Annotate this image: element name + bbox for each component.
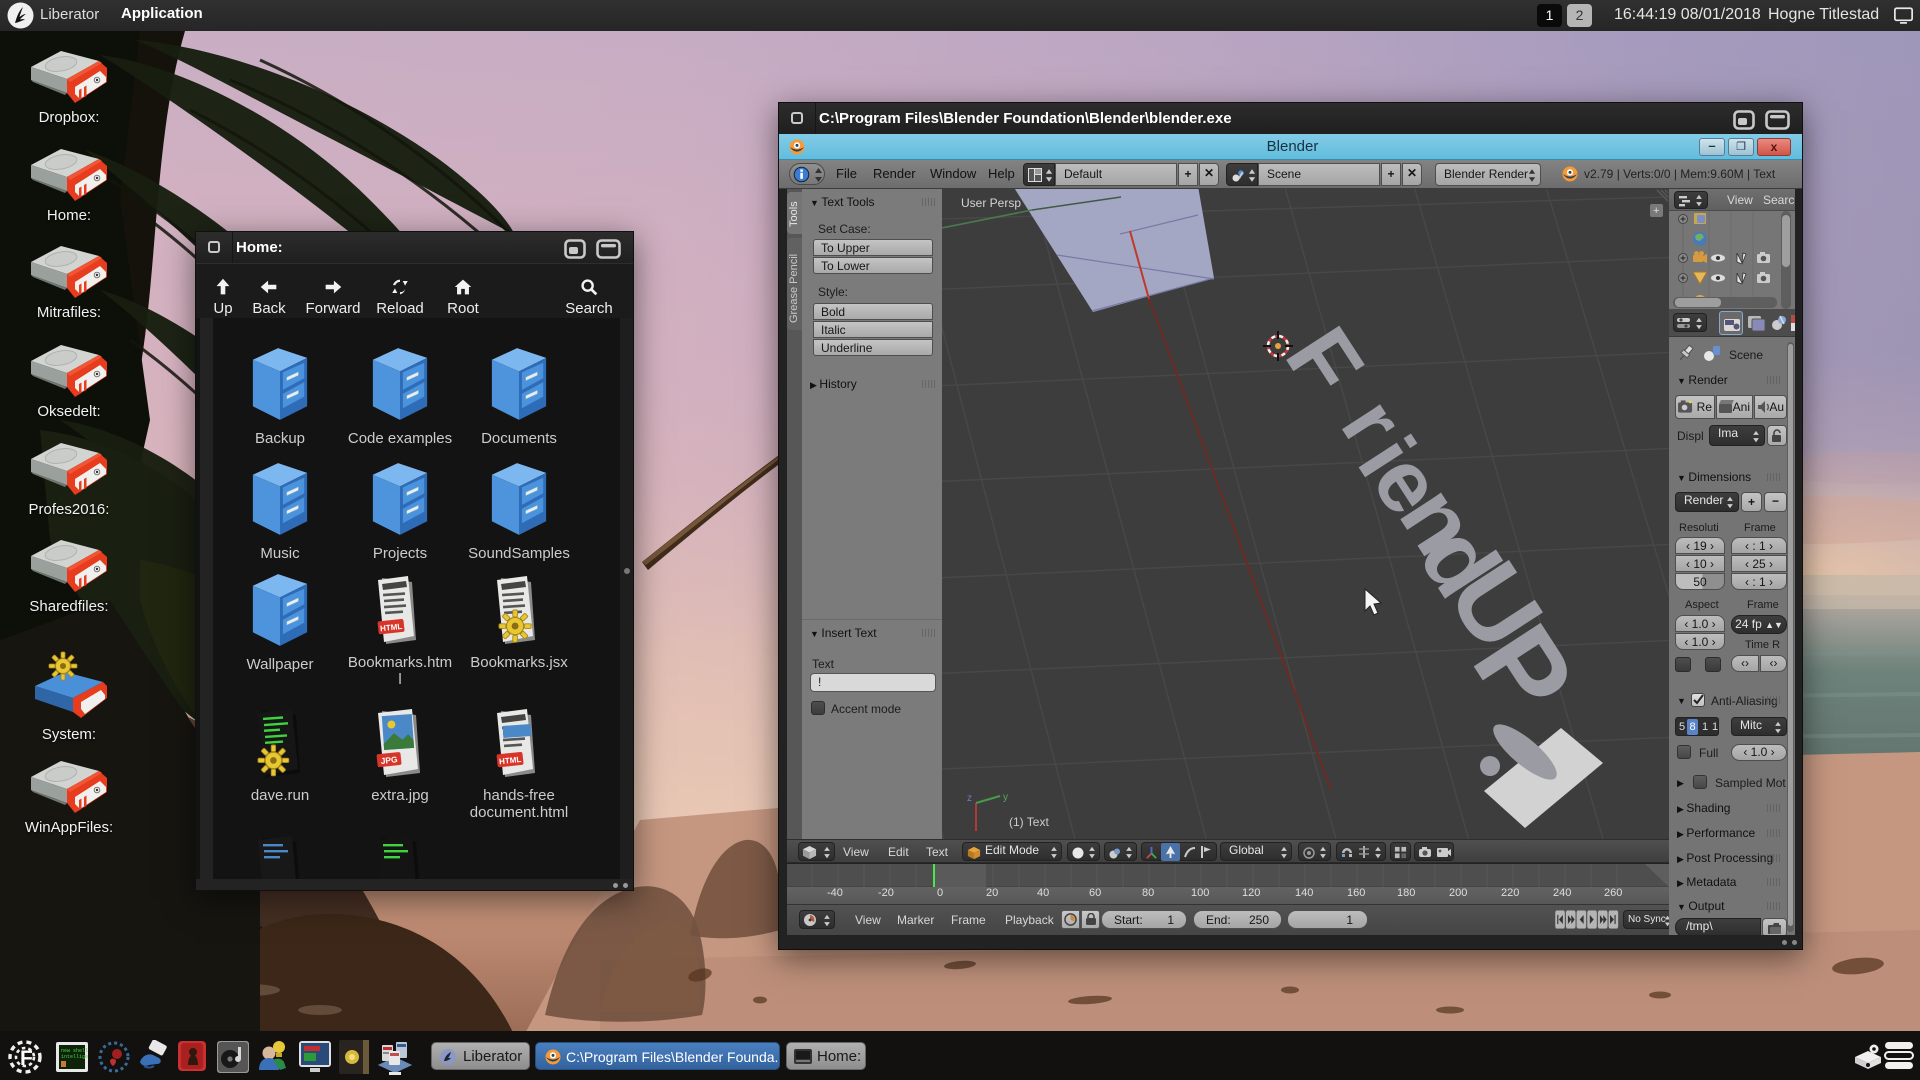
svg-text:(1) Text: (1) Text [1009,815,1049,829]
svg-text:Scene: Scene [1729,348,1763,362]
svg-text:z: z [967,793,972,804]
svg-text:JPG: JPG [380,754,398,766]
svg-text:intelligence: intelligence [61,1054,88,1060]
svg-text:y: y [1003,792,1008,803]
svg-text:+: + [1653,205,1659,217]
svg-text:User Persp: User Persp [961,196,1021,210]
svg-text:F: F [20,1047,33,1070]
